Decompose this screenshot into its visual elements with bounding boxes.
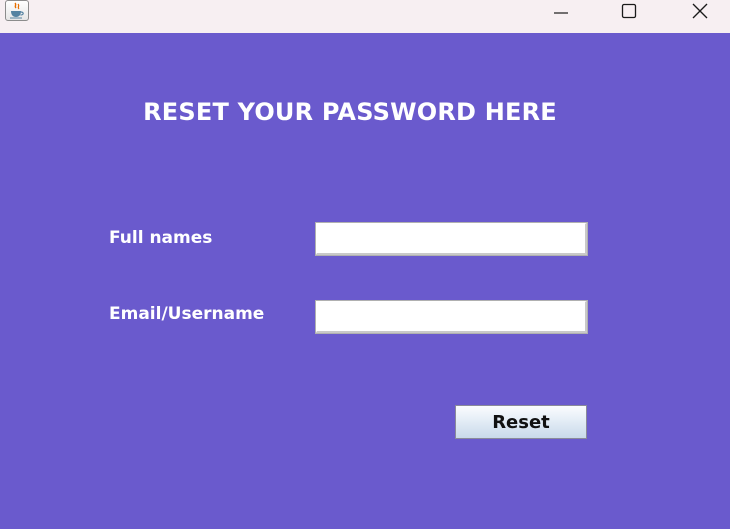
title-bar	[0, 0, 730, 33]
email-username-input[interactable]	[315, 300, 588, 334]
close-icon	[692, 3, 708, 19]
full-names-label: Full names	[109, 228, 213, 248]
java-coffee-cup-icon[interactable]	[5, 0, 29, 21]
minimize-button[interactable]	[538, 0, 584, 22]
minimize-icon	[554, 12, 568, 14]
form-panel: RESET YOUR PASSWORD HERE Full names Emai…	[0, 33, 730, 529]
maximize-icon	[621, 3, 637, 19]
close-button[interactable]	[677, 0, 723, 22]
full-names-input[interactable]	[315, 222, 588, 256]
password-reset-window: RESET YOUR PASSWORD HERE Full names Emai…	[0, 0, 730, 529]
email-username-label: Email/Username	[109, 304, 265, 324]
reset-button[interactable]: Reset	[455, 405, 587, 439]
maximize-button[interactable]	[606, 0, 652, 22]
page-title: RESET YOUR PASSWORD HERE	[143, 98, 557, 126]
